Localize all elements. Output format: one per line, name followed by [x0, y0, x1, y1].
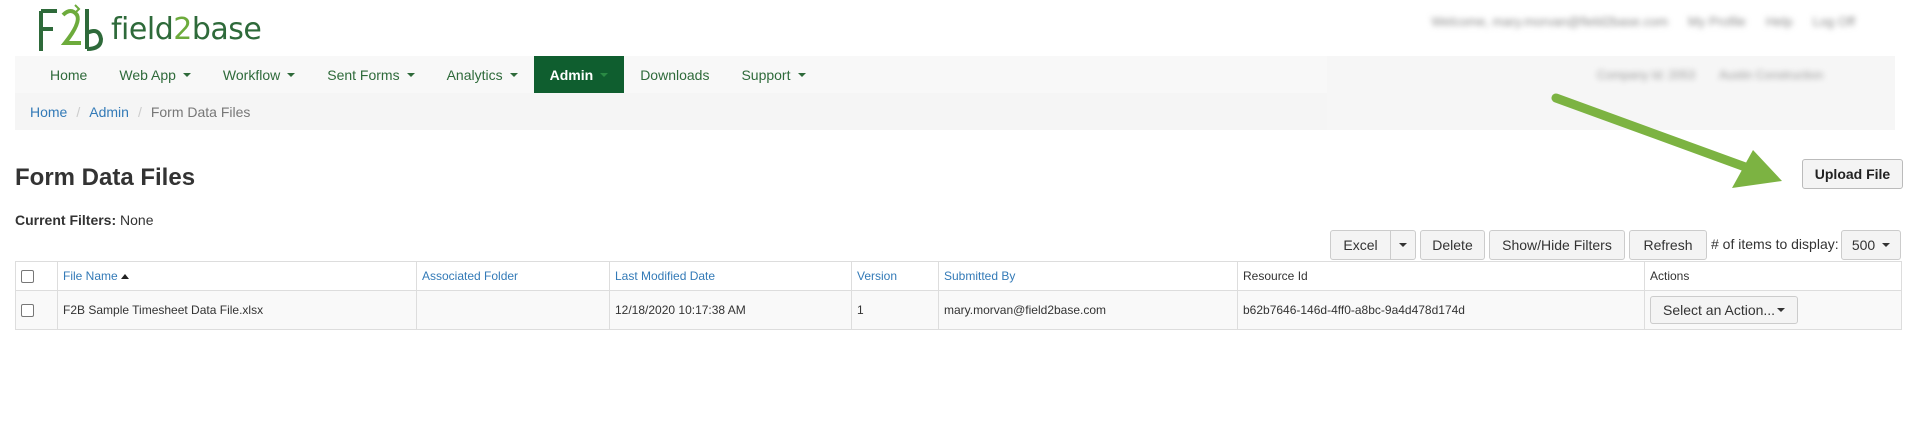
nav-admin[interactable]: Admin — [533, 56, 625, 93]
breadcrumb-separator: / — [76, 103, 81, 120]
logo-wordmark: field2base — [111, 11, 262, 47]
caret-down-icon — [509, 72, 518, 77]
welcome-text: Welcome, mary.morvan@field2base.com — [1431, 14, 1669, 29]
page-title: Form Data Files — [15, 164, 196, 191]
breadcrumb-home[interactable]: Home — [30, 104, 67, 120]
caret-down-icon — [797, 72, 806, 77]
sort-ascending-icon — [120, 274, 129, 280]
items-per-page-value: 500 — [1851, 237, 1876, 253]
col-submitted-by[interactable]: Submitted By — [938, 261, 1238, 291]
table-header-row: File Name Associated Folder Last Modifie… — [15, 261, 1902, 291]
select-action-dropdown[interactable]: Select an Action... — [1650, 296, 1799, 324]
file-name-cell: F2B Sample Timesheet Data File.xlsx — [57, 290, 417, 330]
upload-file-button[interactable]: Upload File — [1802, 159, 1903, 189]
refresh-button[interactable]: Refresh — [1629, 230, 1707, 260]
excel-export-button[interactable]: Excel — [1330, 230, 1391, 260]
caret-down-icon — [182, 72, 191, 77]
breadcrumb-current: Form Data Files — [150, 103, 251, 120]
caret-down-icon — [600, 72, 609, 77]
filters-label: Current Filters: — [15, 212, 117, 228]
nav-web-app[interactable]: Web App — [103, 56, 207, 93]
field2base-logo[interactable]: field2base — [35, 0, 262, 58]
nav-support[interactable]: Support — [725, 56, 821, 93]
col-associated-folder[interactable]: Associated Folder — [416, 261, 610, 291]
caret-down-icon — [1777, 308, 1786, 312]
submitted-by-cell: mary.morvan@field2base.com — [938, 290, 1238, 330]
filters-value: None — [120, 212, 154, 228]
table-row: F2B Sample Timesheet Data File.xlsx 12/1… — [15, 290, 1902, 330]
select-action-label: Select an Action... — [1663, 302, 1776, 318]
delete-button[interactable]: Delete — [1420, 230, 1485, 260]
form-data-files-table: File Name Associated Folder Last Modifie… — [15, 261, 1902, 330]
nav-analytics[interactable]: Analytics — [431, 56, 534, 93]
col-version[interactable]: Version — [851, 261, 939, 291]
caret-down-icon — [406, 72, 415, 77]
select-all-cell — [15, 261, 58, 291]
resource-id-cell: b62b7646-146d-4ff0-a8bc-9a4d478d174d — [1237, 290, 1645, 330]
f2b-logo-icon — [39, 4, 104, 51]
show-hide-filters-button[interactable]: Show/Hide Filters — [1489, 230, 1625, 260]
nav-sent-forms[interactable]: Sent Forms — [311, 56, 430, 93]
log-off-link[interactable]: Log Off — [1813, 14, 1855, 29]
company-id-text: Company Id: 2053 — [1597, 68, 1696, 82]
breadcrumb-separator: / — [137, 103, 142, 120]
current-filters: Current Filters: None — [15, 212, 153, 228]
items-to-display-label: # of items to display: — [1711, 236, 1839, 252]
items-per-page-select[interactable]: 500 — [1841, 230, 1901, 260]
company-selector[interactable]: Austin Construction — [1719, 68, 1823, 82]
associated-folder-cell — [416, 290, 610, 330]
caret-down-icon — [1399, 243, 1407, 247]
actions-cell: Select an Action... — [1644, 290, 1902, 330]
main-navbar: Home Web App Workflow Sent Forms Analyti… — [15, 56, 1327, 94]
help-link[interactable]: Help — [1766, 14, 1793, 29]
breadcrumb-admin[interactable]: Admin — [89, 104, 129, 120]
row-select-cell — [15, 290, 58, 330]
breadcrumb: Home / Admin / Form Data Files — [15, 93, 1327, 130]
col-resource-id: Resource Id — [1237, 261, 1645, 291]
col-file-name[interactable]: File Name — [57, 261, 417, 291]
row-checkbox[interactable] — [21, 304, 34, 318]
nav-home[interactable]: Home — [15, 56, 103, 93]
caret-down-icon — [287, 72, 296, 77]
nav-downloads[interactable]: Downloads — [624, 56, 725, 93]
excel-dropdown-toggle[interactable] — [1390, 230, 1416, 260]
last-modified-cell: 12/18/2020 10:17:38 AM — [609, 290, 852, 330]
select-all-checkbox[interactable] — [21, 270, 34, 284]
user-links: Welcome, mary.morvan@field2base.com My P… — [1431, 14, 1855, 29]
my-profile-link[interactable]: My Profile — [1688, 14, 1746, 29]
annotation-arrow-icon — [1551, 93, 1782, 188]
top-header: field2base Welcome, mary.morvan@field2ba… — [15, 0, 1895, 58]
col-last-modified-date[interactable]: Last Modified Date — [609, 261, 852, 291]
nav-workflow[interactable]: Workflow — [207, 56, 311, 93]
col-actions: Actions — [1644, 261, 1902, 291]
caret-down-icon — [1882, 243, 1891, 247]
version-cell: 1 — [851, 290, 939, 330]
